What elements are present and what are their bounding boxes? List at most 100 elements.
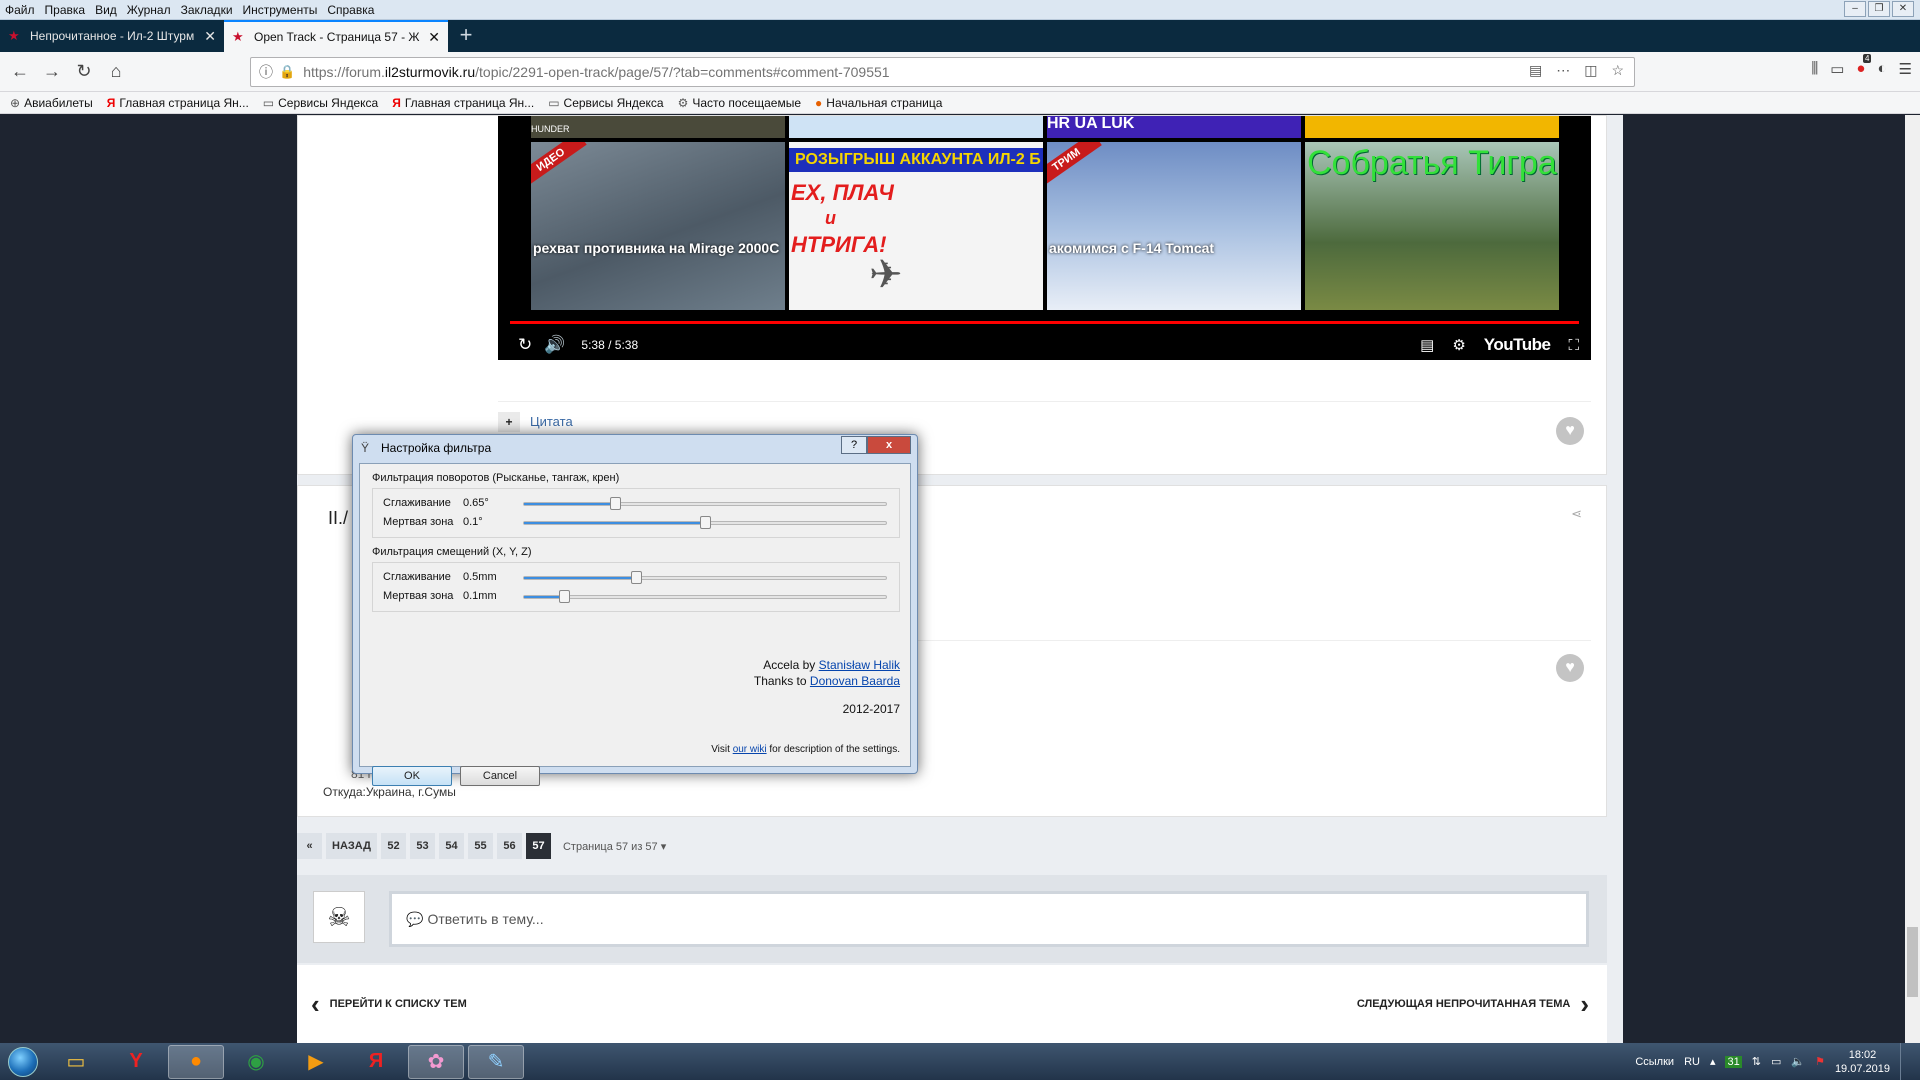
monitor-icon[interactable]: ▭ [1771,1055,1781,1068]
pagination-current-page[interactable]: 57 [525,833,551,859]
flag-icon[interactable]: ⚑ [1815,1055,1825,1068]
close-window-icon[interactable]: ✕ [1892,1,1914,17]
bookmark-item[interactable]: ⊕ Авиабилеты [10,96,93,110]
explorer-icon[interactable]: ▭ [48,1045,104,1079]
share-icon[interactable]: ⋖ [1571,506,1582,522]
menu-view[interactable]: Вид [90,3,122,17]
tab-close-icon[interactable]: ✕ [204,28,216,45]
menu-help[interactable]: Справка [322,3,379,17]
scrollbar-thumb[interactable] [1907,927,1918,997]
home-icon[interactable]: ⌂ [100,56,132,88]
bookmark-folder[interactable]: ▭ Сервисы Яндекса [548,96,663,110]
pagination-page[interactable]: 52 [380,833,406,859]
pagination-page[interactable]: 54 [438,833,464,859]
avatar[interactable]: ☠ [313,891,365,943]
new-tab-icon[interactable]: + [448,20,484,52]
sidebar-icon[interactable]: ▭ [1830,60,1844,78]
menu-edit[interactable]: Правка [40,3,91,17]
firefox-icon[interactable]: ● [168,1044,224,1079]
bookmark-star-icon[interactable]: ☆ [1611,62,1624,79]
close-button[interactable]: x [867,436,911,454]
author-link[interactable]: Stanisław Halik [819,658,900,672]
translation-smoothing-slider[interactable] [523,571,887,584]
forward-icon[interactable]: → [36,56,68,88]
video-progress-bar[interactable] [510,321,1579,324]
pagination-page[interactable]: 55 [467,833,493,859]
thumb-tiger[interactable]: Собратья Тигра [1305,142,1559,310]
thumb-top-1[interactable]: HUNDER [531,116,785,138]
info-icon[interactable]: ⓘ [259,62,273,82]
wiki-link[interactable]: our wiki [733,744,767,755]
bookmark-item[interactable]: Я Главная страница Ян... [392,96,534,110]
menu-tools[interactable]: Инструменты [238,3,323,17]
minimize-icon[interactable]: – [1844,1,1866,17]
like-heart-icon[interactable]: ♥ [1556,417,1584,445]
pagination-page[interactable]: 56 [496,833,522,859]
language-indicator[interactable]: RU [1684,1056,1700,1068]
bookmark-item[interactable]: ⚙ Часто посещаемые [678,96,801,110]
fullscreen-icon[interactable]: ⛶ [1568,337,1579,354]
volume-tray-icon[interactable]: 🔈 [1791,1055,1805,1068]
go-to-topics-link[interactable]: ‹ ПЕРЕЙТИ К СПИСКУ ТЕМ [311,991,467,1017]
replay-icon[interactable]: ↻ [518,335,532,355]
thumb-tomcat[interactable]: ТРИМ акомимся с F-14 Tomcat [1047,142,1301,310]
next-unread-link[interactable]: СЛЕДУЮЩАЯ НЕПРОЧИТАННАЯ ТЕМА › [1357,991,1589,1017]
yandex-icon[interactable]: Я [348,1045,404,1079]
tray-expand-icon[interactable]: ▴ [1710,1055,1716,1068]
network-icon[interactable]: ⇅ [1752,1055,1761,1068]
pagination-back[interactable]: НАЗАД [326,833,377,859]
back-icon[interactable]: ← [4,56,36,88]
thumb-top-4[interactable] [1305,116,1559,138]
menu-bookmarks[interactable]: Закладки [176,3,238,17]
page-actions-icon[interactable]: ⋯ [1556,62,1570,79]
translation-deadzone-slider[interactable] [523,590,887,603]
tab-close-icon[interactable]: ✕ [428,29,440,46]
tab-open-track[interactable]: ★ Open Track - Страница 57 - Ж ✕ [224,20,448,52]
opentrack-octopus-icon[interactable]: ✿ [408,1044,464,1079]
pocket-icon[interactable]: ◫ [1584,62,1597,79]
reload-icon[interactable]: ↻ [68,56,100,88]
like-heart-icon[interactable]: ♥ [1556,654,1584,682]
menu-file[interactable]: Файл [0,3,40,17]
start-button[interactable] [0,1044,46,1080]
reader-view-icon[interactable]: ▤ [1529,62,1542,79]
tray-calendar-badge[interactable]: 31 [1725,1055,1742,1068]
subtitles-icon[interactable]: ▤ [1420,336,1434,354]
media-player-icon[interactable]: ▶ [288,1045,344,1079]
slider-knob[interactable] [559,590,570,603]
url-bar[interactable]: ⓘ 🔒 https://forum. il2sturmovik.ru/topic/… [250,57,1635,87]
addon-icon[interactable]: ◐ [1877,60,1886,78]
menu-history[interactable]: Журнал [122,3,176,17]
bookmark-folder[interactable]: ▭ Сервисы Яндекса [263,96,378,110]
slider-knob[interactable] [610,497,621,510]
bookmark-item[interactable]: ● Начальная страница [815,96,942,110]
yandex-browser-icon[interactable]: Y [108,1045,164,1079]
pagination-info[interactable]: Страница 57 из 57 ▾ [563,840,666,853]
show-desktop-button[interactable] [1900,1043,1910,1080]
thanks-link[interactable]: Donovan Baarda [810,674,900,688]
ok-button[interactable]: OK [372,766,452,786]
slider-knob[interactable] [631,571,642,584]
help-button[interactable]: ? [841,436,867,454]
cancel-button[interactable]: Cancel [460,766,540,786]
bookmark-item[interactable]: Я Главная страница Ян... [107,96,249,110]
chrome-icon[interactable]: ◉ [228,1045,284,1079]
pagination-first[interactable]: « [297,833,322,859]
rotation-smoothing-slider[interactable] [523,497,887,510]
library-icon[interactable]: ⫼ [1811,60,1818,78]
slider-knob[interactable] [700,516,711,529]
paint-icon[interactable]: ✎ [468,1044,524,1079]
video-player[interactable]: HUNDER HR UA LUK ИДЕО рехват противника … [498,116,1591,360]
page-scrollbar[interactable] [1905,115,1920,1043]
rotation-deadzone-slider[interactable] [523,516,887,529]
quote-link[interactable]: Цитата [530,414,573,429]
dialog-titlebar[interactable]: Ÿ Настройка фильтра ? x [353,435,917,461]
restore-icon[interactable]: ❐ [1868,1,1890,17]
volume-icon[interactable]: 🔊 [544,335,565,355]
plus-icon[interactable]: + [498,411,520,432]
thumb-mirage[interactable]: ИДЕО рехват противника на Mirage 2000C [531,142,785,310]
settings-gear-icon[interactable]: ⚙ [1452,336,1465,354]
clock[interactable]: 18:02 19.07.2019 [1835,1048,1890,1076]
youtube-logo[interactable]: YouTube [1484,335,1551,355]
menu-hamburger-icon[interactable]: ☰ [1899,60,1912,78]
